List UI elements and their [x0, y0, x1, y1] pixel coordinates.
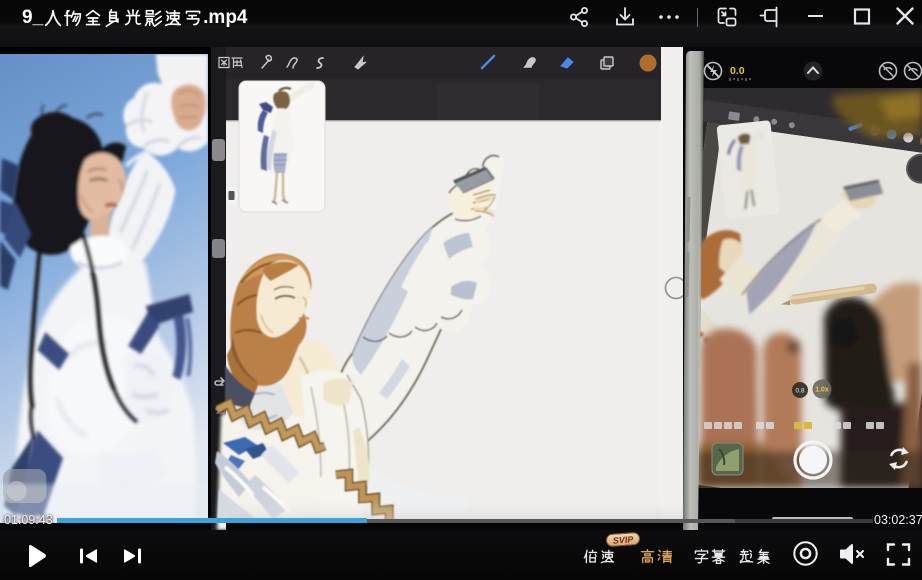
svg-text:1.0x: 1.0x: [815, 387, 829, 394]
svg-text:0.0: 0.0: [730, 65, 745, 77]
svg-text:0.8: 0.8: [795, 388, 804, 395]
